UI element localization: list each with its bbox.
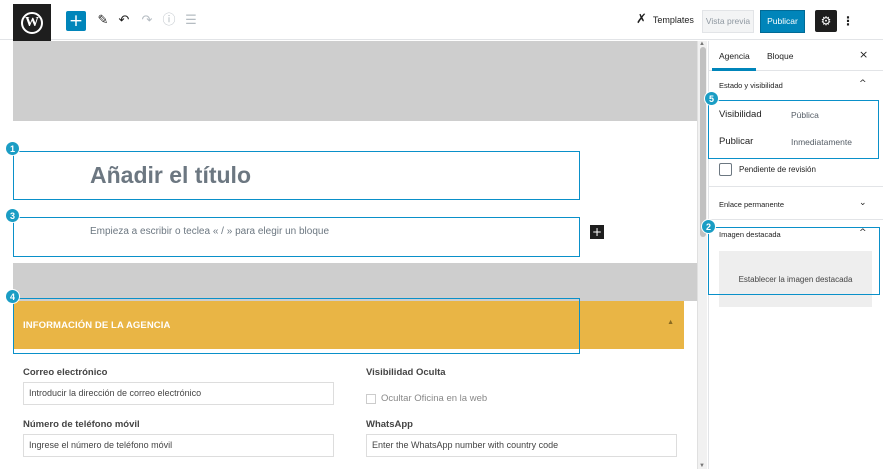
canvas-gray-band-middle (13, 263, 697, 301)
tab-bloque[interactable]: Bloque (767, 51, 793, 61)
collapse-arrow-icon[interactable]: ▲ (667, 319, 674, 326)
redo-icon[interactable]: ↷ (139, 12, 155, 30)
hide-office-label: Ocultar Oficina en la web (381, 393, 488, 404)
permalink-section-title[interactable]: Enlace permanente (719, 200, 784, 209)
pending-review-label: Pendiente de revisión (739, 165, 816, 174)
active-tab-indicator (712, 68, 756, 71)
preview-button[interactable]: Vista previa (702, 10, 754, 33)
mobile-phone-field[interactable]: Ingrese el número de teléfono móvil (23, 434, 334, 457)
callout-frame-metabox (13, 298, 580, 354)
scrollbar-thumb[interactable] (700, 47, 706, 237)
callout-badge-4: 4 (5, 289, 20, 304)
email-label: Correo electrónico (23, 367, 108, 378)
sidebar-tabs: Agencia Bloque × (709, 41, 883, 71)
templates-button[interactable]: ✗ Templates (636, 13, 694, 26)
mobile-phone-label: Número de teléfono móvil (23, 419, 140, 430)
sidebar-divider (709, 219, 883, 220)
templates-icon: ✗ (636, 12, 647, 27)
whatsapp-label: WhatsApp (366, 419, 413, 430)
callout-frame-content (13, 217, 580, 257)
callout-badge-3: 3 (5, 208, 20, 223)
pending-review-checkbox[interactable] (719, 163, 732, 176)
agency-metabox-body: Correo electrónico Introducir la direcci… (13, 349, 684, 469)
hide-office-checkbox[interactable] (366, 393, 376, 404)
hide-office-checkbox-row[interactable]: Ocultar Oficina en la web (366, 393, 487, 404)
chevron-down-icon[interactable]: ⌄ (859, 198, 867, 208)
outline-list-icon[interactable]: ☰ (183, 12, 199, 30)
chevron-up-icon[interactable]: ^ (859, 79, 867, 89)
scroll-down-arrow-icon[interactable]: ▼ (699, 463, 705, 469)
email-field[interactable]: Introducir la dirección de correo electr… (23, 382, 334, 405)
block-inserter-icon[interactable]: + (590, 225, 604, 239)
wordpress-icon: W (21, 12, 43, 34)
canvas-gray-band-top (13, 41, 697, 121)
callout-frame-status (708, 100, 879, 159)
whatsapp-field[interactable]: Enter the WhatsApp number with country c… (366, 434, 677, 457)
sidebar-divider (709, 186, 883, 187)
settings-gear-icon[interactable]: ⚙ (815, 10, 837, 32)
editor-scrollbar[interactable]: ▲ ▼ (697, 41, 707, 469)
publish-button[interactable]: Publicar (760, 10, 805, 33)
edit-pencil-icon[interactable]: ✎ (95, 12, 111, 30)
callout-frame-title (13, 151, 580, 200)
templates-label: Templates (652, 14, 694, 25)
editor-header: W + ✎ ↶ ↷ ⓘ ☰ ✗ Templates Vista previa P… (0, 0, 883, 42)
status-visibility-section-title[interactable]: Estado y visibilidad (719, 81, 783, 90)
undo-icon[interactable]: ↶ (116, 12, 132, 30)
wordpress-logo-button[interactable]: W (13, 4, 51, 42)
callout-badge-5: 5 (704, 91, 719, 106)
close-icon[interactable]: × (859, 48, 868, 61)
info-icon[interactable]: ⓘ (161, 12, 177, 30)
more-options-icon[interactable]: ⋮ (842, 11, 854, 31)
hidden-visibility-label: Visibilidad Oculta (366, 367, 446, 378)
tab-agencia[interactable]: Agencia (719, 51, 750, 61)
callout-badge-2: 2 (701, 219, 716, 234)
callout-frame-featured-image (708, 227, 880, 295)
callout-badge-1: 1 (5, 141, 20, 156)
add-block-button[interactable]: + (66, 11, 86, 31)
